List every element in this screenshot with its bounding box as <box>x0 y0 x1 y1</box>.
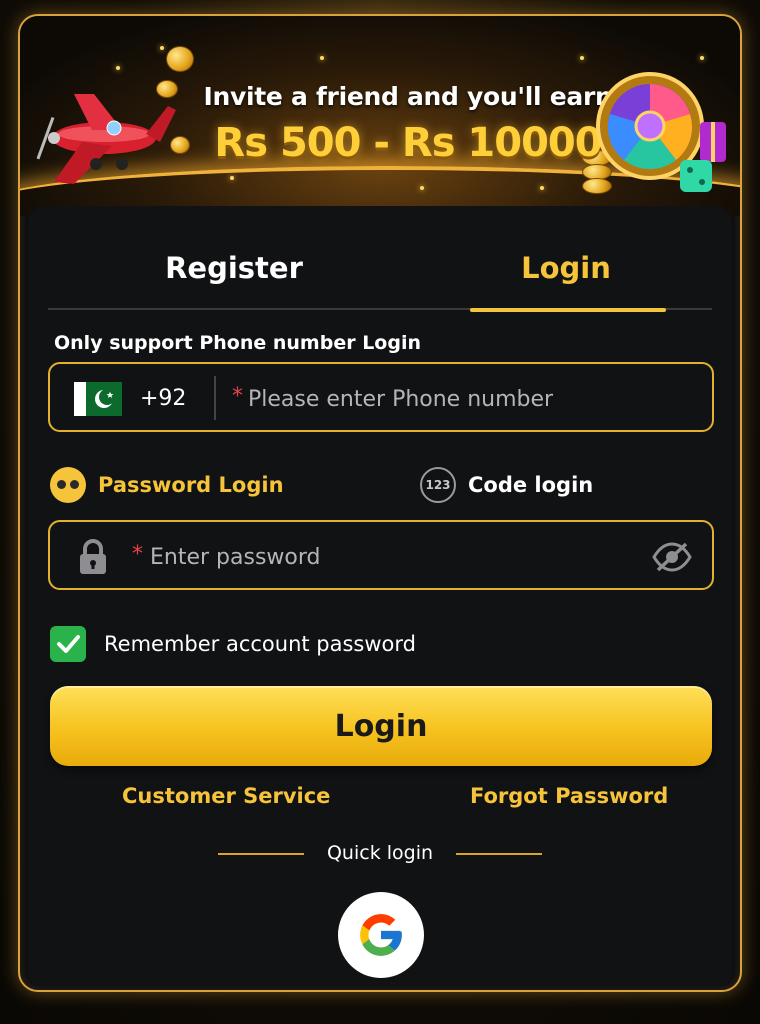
auth-card: Register Login Only support Phone number… <box>28 206 732 986</box>
active-tab-indicator <box>470 308 666 312</box>
divider-line <box>218 853 304 855</box>
prize-wheel-icon <box>596 72 726 192</box>
banner-reward-text: Rs 500 - Rs 10000 <box>214 120 602 166</box>
phone-field[interactable]: +92 * <box>48 362 714 432</box>
login-frame: Invite a friend and you'll earn Rs 500 -… <box>18 14 742 992</box>
phone-input[interactable] <box>248 382 688 416</box>
field-divider <box>214 376 216 420</box>
sparkle <box>230 176 234 180</box>
sparkle <box>700 56 704 60</box>
sparkle <box>160 46 164 50</box>
tab-register[interactable]: Register <box>134 226 334 310</box>
sparkle <box>580 56 584 60</box>
banner-invite-text: Invite a friend and you'll earn <box>203 82 613 111</box>
forgot-password-link[interactable]: Forgot Password <box>470 784 668 808</box>
quick-login-divider: Quick login <box>28 838 732 868</box>
google-login-button[interactable] <box>338 892 424 978</box>
remember-checkbox[interactable] <box>50 626 86 662</box>
password-mode-icon <box>50 467 86 503</box>
login-button[interactable]: Login <box>50 686 712 766</box>
sparkle <box>540 186 544 190</box>
login-mode-selector: Password Login 123 Code login <box>48 460 714 510</box>
password-field[interactable]: * <box>48 520 714 590</box>
password-login-label: Password Login <box>98 473 284 497</box>
lock-icon <box>80 539 106 574</box>
required-mark: * <box>132 542 143 567</box>
country-code[interactable]: +92 <box>140 386 186 411</box>
google-icon <box>360 914 402 956</box>
auth-tabs: Register Login <box>48 226 712 312</box>
checkmark-icon <box>57 635 80 653</box>
tab-login[interactable]: Login <box>466 226 666 310</box>
code-login-label: Code login <box>468 473 594 497</box>
remember-label: Remember account password <box>104 632 416 656</box>
sparkle <box>420 186 424 190</box>
code-123-icon: 123 <box>420 467 456 503</box>
eye-slash-icon[interactable] <box>652 540 692 574</box>
pakistan-flag-icon[interactable] <box>74 382 122 416</box>
password-login-option[interactable]: Password Login <box>50 460 284 510</box>
password-input[interactable] <box>150 540 630 574</box>
required-mark: * <box>232 384 243 409</box>
airplane-icon <box>36 94 176 184</box>
remember-password[interactable]: Remember account password <box>50 626 416 662</box>
coin-icon <box>166 46 194 72</box>
promo-banner[interactable]: Invite a friend and you'll earn Rs 500 -… <box>20 16 740 216</box>
customer-service-link[interactable]: Customer Service <box>122 784 330 808</box>
support-note: Only support Phone number Login <box>54 332 422 354</box>
quick-login-label: Quick login <box>326 842 434 864</box>
sparkle <box>320 56 324 60</box>
sparkle <box>116 66 120 70</box>
code-login-option[interactable]: 123 Code login <box>420 460 593 510</box>
divider-line <box>456 853 542 855</box>
